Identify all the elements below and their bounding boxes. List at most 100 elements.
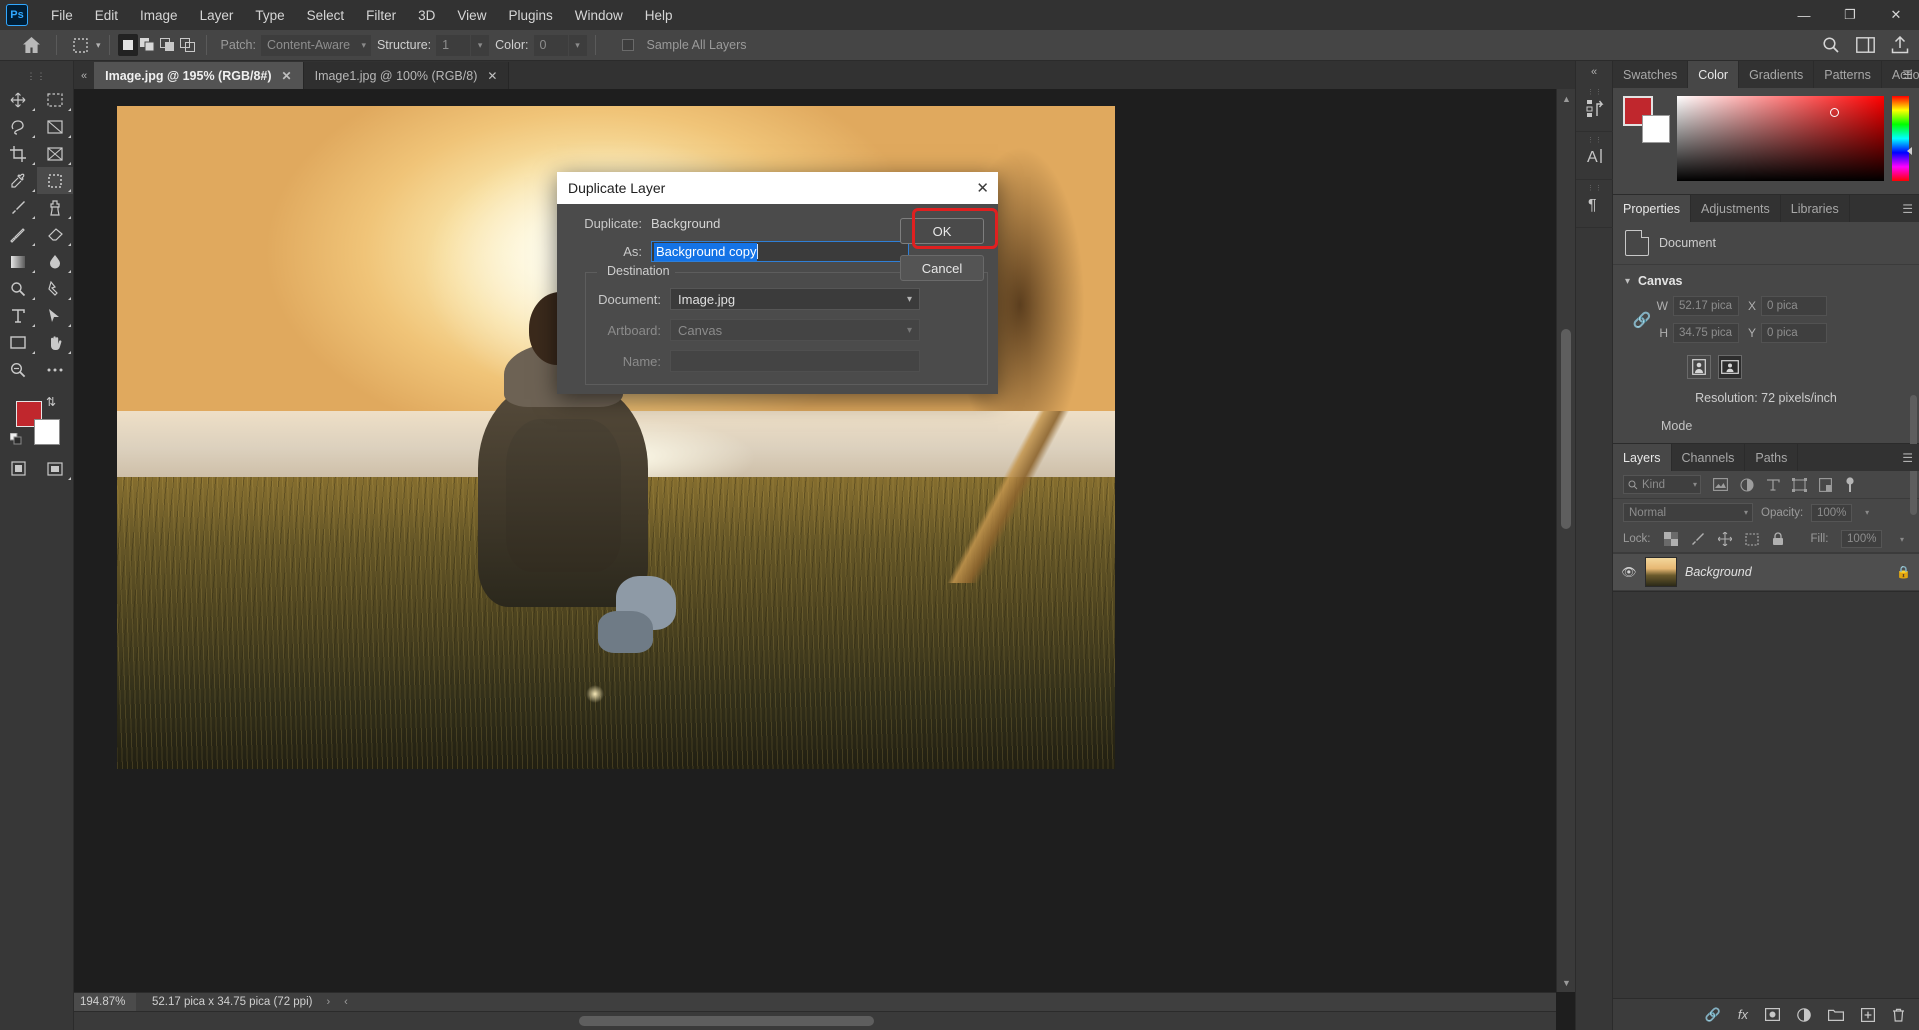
hue-slider[interactable] <box>1892 96 1912 181</box>
rail-collapse-icon[interactable]: « <box>1576 61 1612 84</box>
menu-file[interactable]: File <box>40 4 84 27</box>
panel-menu-icon[interactable]: ☰ <box>1902 68 1913 82</box>
workspace-icon[interactable] <box>1856 37 1875 53</box>
crop-tool[interactable] <box>0 140 37 167</box>
table-row[interactable]: 👁 Background 🔒 <box>1613 553 1919 591</box>
object-selection-tool[interactable] <box>37 113 74 140</box>
filter-toggle-icon[interactable] <box>1844 476 1856 493</box>
link-dimensions-icon[interactable]: 🔗 <box>1629 311 1655 329</box>
horizontal-scroll-thumb[interactable] <box>579 1016 874 1026</box>
lock-all-icon[interactable] <box>1772 532 1784 546</box>
lock-position-icon[interactable] <box>1717 532 1732 546</box>
structure-input[interactable]: 1 <box>436 34 471 56</box>
document-select[interactable]: Image.jpg ▾ <box>670 288 920 310</box>
color-background-swatch[interactable] <box>1642 115 1670 143</box>
y-input[interactable]: 0 pica <box>1761 323 1827 343</box>
document-tab-image1[interactable]: Image1.jpg @ 100% (RGB/8) ✕ <box>303 62 510 89</box>
tab-paths[interactable]: Paths <box>1745 444 1799 471</box>
tab-gradients[interactable]: Gradients <box>1739 61 1815 88</box>
structure-chevron-icon[interactable]: ▾ <box>471 34 490 56</box>
zoom-tool[interactable] <box>0 356 37 383</box>
menu-window[interactable]: Window <box>564 4 634 27</box>
cancel-button[interactable]: Cancel <box>900 255 984 281</box>
menu-help[interactable]: Help <box>634 4 684 27</box>
path-selection-tool[interactable] <box>37 302 74 329</box>
canvas-vertical-scrollbar[interactable]: ▲ ▼ <box>1556 89 1575 992</box>
patch-tool-icon[interactable] <box>65 32 95 58</box>
brush-tool[interactable] <box>0 194 37 221</box>
height-input[interactable]: 34.75 pica <box>1673 323 1739 343</box>
share-icon[interactable] <box>1891 36 1909 54</box>
color-chevron-icon[interactable]: ▾ <box>568 34 587 56</box>
character-icon[interactable]: ⋮⋮ A <box>1576 132 1614 180</box>
history-brush-tool[interactable] <box>0 221 37 248</box>
search-icon[interactable] <box>1822 36 1840 54</box>
move-tool[interactable] <box>0 86 37 113</box>
lock-artboard-nesting-icon[interactable] <box>1744 532 1759 546</box>
filter-smart-object-icon[interactable] <box>1819 477 1832 492</box>
lock-transparent-pixels-icon[interactable] <box>1663 532 1678 546</box>
sample-all-layers-checkbox[interactable] <box>621 39 634 51</box>
scroll-down-icon[interactable]: ▼ <box>1557 973 1576 992</box>
landscape-orientation-button[interactable] <box>1718 355 1742 379</box>
tab-adjustments[interactable]: Adjustments <box>1690 195 1781 222</box>
menu-filter[interactable]: Filter <box>355 4 407 27</box>
color-input[interactable]: 0 <box>533 34 568 56</box>
tab-actions[interactable]: Actions <box>1881 61 1919 88</box>
tab-channels[interactable]: Channels <box>1671 444 1746 471</box>
patch-tool[interactable] <box>36 167 73 194</box>
filter-shape-icon[interactable] <box>1792 477 1807 492</box>
tab-properties[interactable]: Properties <box>1613 195 1691 222</box>
history-icon[interactable]: ⋮⋮ <box>1576 84 1614 132</box>
filter-adjustment-icon[interactable] <box>1740 477 1754 492</box>
swap-colors-icon[interactable]: ⇅ <box>46 395 56 409</box>
menu-3d[interactable]: 3D <box>407 4 446 27</box>
close-icon[interactable]: ✕ <box>282 69 292 83</box>
menu-image[interactable]: Image <box>129 4 189 27</box>
add-to-selection-button[interactable] <box>138 34 158 56</box>
menu-select[interactable]: Select <box>296 4 356 27</box>
scroll-up-icon[interactable]: ▲ <box>1557 89 1576 108</box>
intersect-selection-button[interactable] <box>178 34 198 56</box>
filter-pixel-icon[interactable] <box>1713 478 1728 491</box>
filter-type-icon[interactable] <box>1766 478 1780 492</box>
portrait-orientation-button[interactable] <box>1687 355 1711 379</box>
as-input[interactable]: Background copy <box>651 241 909 262</box>
rectangle-tool[interactable] <box>0 329 37 356</box>
hand-tool[interactable] <box>37 329 74 356</box>
ok-button[interactable]: OK <box>900 218 984 244</box>
menu-view[interactable]: View <box>446 4 497 27</box>
rectangular-marquee-tool[interactable] <box>37 86 74 113</box>
tab-patterns[interactable]: Patterns <box>1814 61 1882 88</box>
toolbar-grip[interactable]: ⋮⋮ <box>0 71 73 82</box>
menu-plugins[interactable]: Plugins <box>497 4 563 27</box>
tab-color[interactable]: Color <box>1688 61 1740 88</box>
minimize-button[interactable]: — <box>1781 0 1827 30</box>
eraser-tool[interactable] <box>37 221 74 248</box>
new-adjustment-layer-icon[interactable] <box>1797 1007 1811 1022</box>
layer-filter-kind-select[interactable]: Kind ▾ <box>1623 475 1701 494</box>
opacity-input[interactable]: 100% <box>1811 503 1853 522</box>
fill-input[interactable]: 100% <box>1841 530 1883 548</box>
panel-menu-icon[interactable]: ☰ <box>1902 451 1913 465</box>
status-prev-icon[interactable]: ‹ <box>344 996 348 1008</box>
tab-libraries[interactable]: Libraries <box>1780 195 1850 222</box>
screen-mode-tool[interactable] <box>37 455 74 482</box>
add-layer-mask-icon[interactable] <box>1765 1008 1780 1021</box>
link-layers-icon[interactable]: 🔗 <box>1705 1007 1721 1023</box>
tabstrip-collapse-icon[interactable]: « <box>74 70 94 89</box>
tab-swatches[interactable]: Swatches <box>1613 61 1689 88</box>
more-tools-button[interactable] <box>37 356 74 383</box>
status-menu-icon[interactable]: › <box>326 996 330 1008</box>
vertical-scroll-thumb[interactable] <box>1561 329 1571 529</box>
pen-tool[interactable] <box>37 275 74 302</box>
document-tab-image[interactable]: Image.jpg @ 195% (RGB/8#) ✕ <box>94 62 304 89</box>
zoom-level-input[interactable]: 194.87% <box>74 992 136 1012</box>
eyedropper-tool[interactable] <box>0 167 37 194</box>
layer-lock-icon[interactable]: 🔒 <box>1896 565 1911 579</box>
color-gradient-field[interactable] <box>1677 96 1884 181</box>
frame-tool[interactable] <box>37 140 74 167</box>
edit-toolbar-tool[interactable] <box>0 455 37 482</box>
new-selection-button[interactable] <box>117 34 138 56</box>
new-group-icon[interactable] <box>1828 1008 1844 1021</box>
